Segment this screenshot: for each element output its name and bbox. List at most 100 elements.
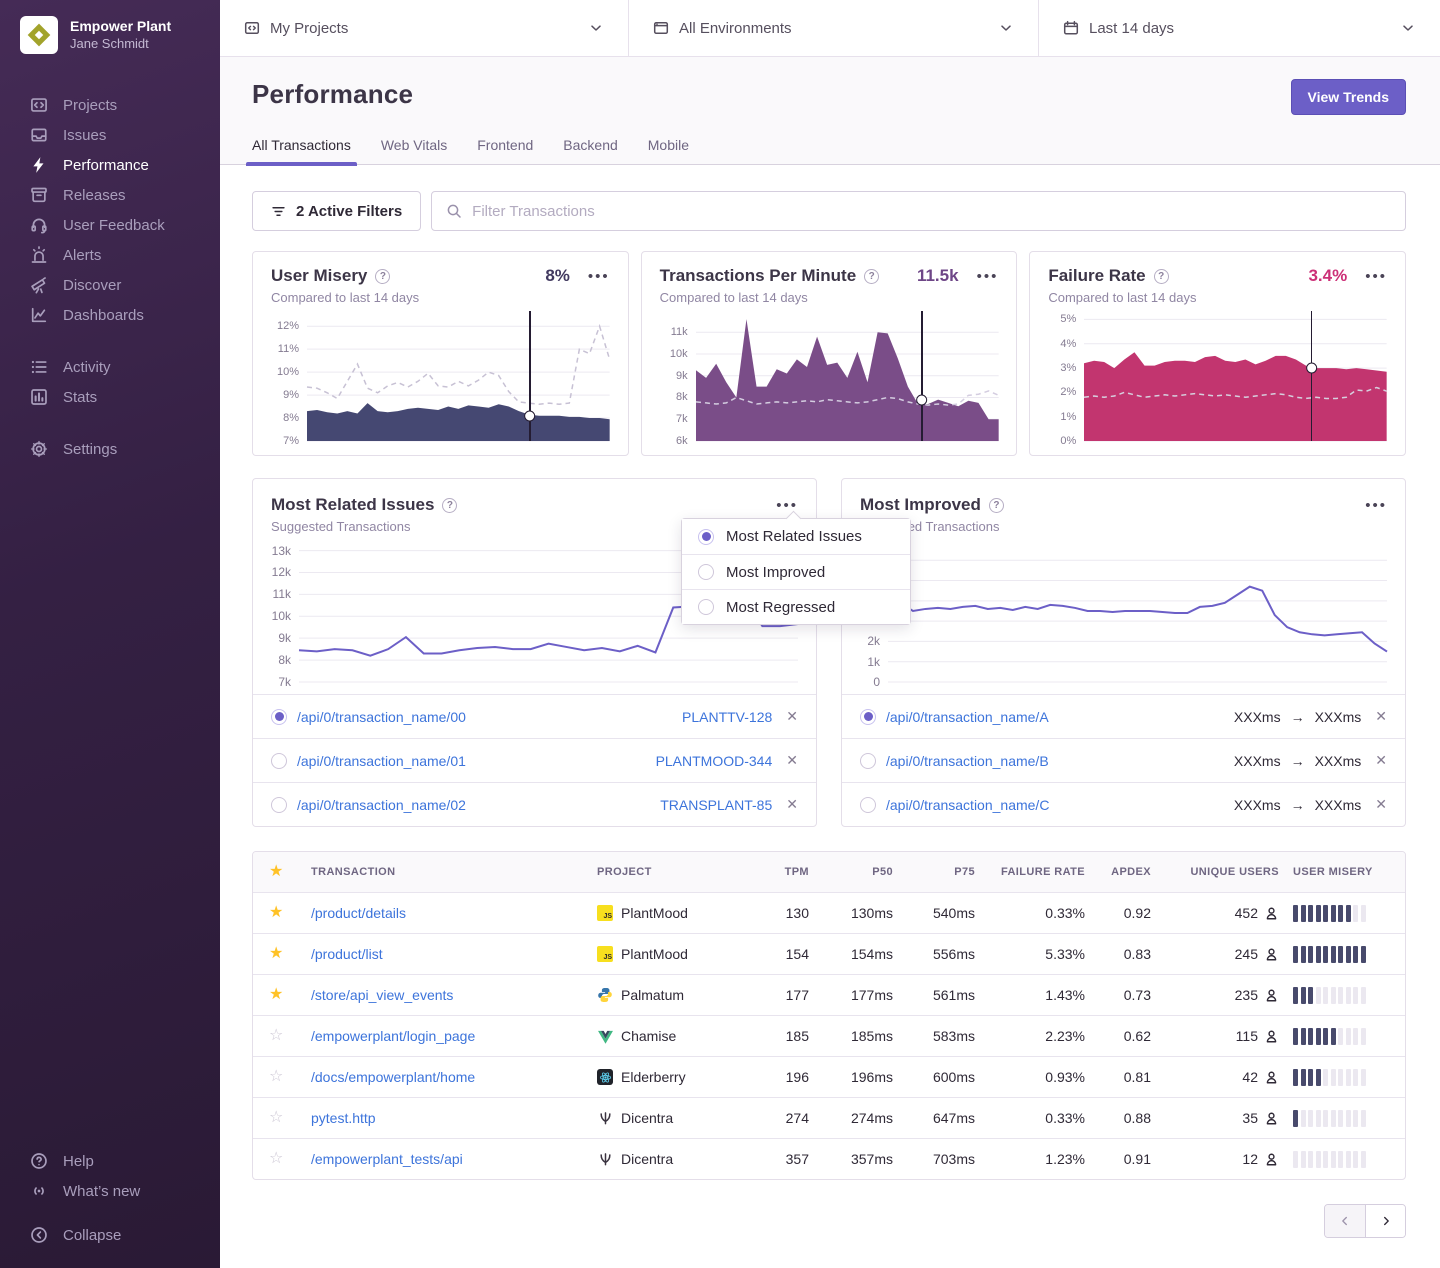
project-name: Chamise [621, 1028, 676, 1044]
radio-button[interactable] [271, 797, 287, 813]
sidebar-item-activity[interactable]: Activity [0, 352, 220, 382]
column-tpm[interactable]: TPM [747, 866, 809, 878]
close-icon[interactable]: ✕ [782, 708, 798, 725]
close-icon[interactable]: ✕ [1371, 796, 1387, 813]
project-selector[interactable]: My Projects [220, 0, 628, 56]
column-user-misery[interactable]: USER MISERY [1279, 866, 1391, 878]
column-failure-rate[interactable]: FAILURE RATE [975, 866, 1085, 878]
tab-backend[interactable]: Backend [563, 137, 617, 164]
issue-link[interactable]: PLANTMOOD-344 [656, 753, 773, 769]
sidebar-collapse-button[interactable]: Collapse [0, 1220, 220, 1250]
card-subtitle: Compared to last 14 days [271, 290, 610, 305]
column-unique-users[interactable]: UNIQUE USERS [1151, 866, 1279, 878]
menu-item-most-related-issues[interactable]: Most Related Issues [682, 519, 910, 554]
previous-page-button[interactable] [1325, 1205, 1365, 1237]
environment-selector[interactable]: All Environments [628, 0, 1038, 56]
tab-web-vitals[interactable]: Web Vitals [381, 137, 447, 164]
radio-button[interactable] [271, 709, 287, 725]
transaction-link[interactable]: /docs/empowerplant/home [311, 1069, 597, 1085]
sidebar-item-settings[interactable]: Settings [0, 434, 220, 464]
transaction-link[interactable]: /store/api_view_events [311, 987, 597, 1003]
transaction-link[interactable]: /empowerplant/login_page [311, 1028, 597, 1044]
search-input[interactable] [472, 203, 1391, 220]
panel-menu-button[interactable]: ••• [1355, 496, 1387, 515]
transaction-link[interactable]: /product/details [311, 905, 597, 921]
org-switcher[interactable]: Empower Plant Jane Schmidt [0, 16, 220, 54]
radio-button[interactable] [271, 753, 287, 769]
column-project[interactable]: PROJECT [597, 866, 747, 878]
card-menu-button[interactable]: ••• [967, 267, 999, 286]
sidebar-item-whats-new[interactable]: What’s new [0, 1176, 220, 1206]
active-filters-button[interactable]: 2 Active Filters [252, 191, 421, 231]
transaction-link[interactable]: /api/0/transaction_name/00 [297, 709, 466, 725]
close-icon[interactable]: ✕ [782, 796, 798, 813]
close-icon[interactable]: ✕ [1371, 708, 1387, 725]
help-icon[interactable]: ? [1154, 269, 1169, 284]
radio-button[interactable] [860, 753, 876, 769]
help-icon[interactable]: ? [989, 498, 1004, 513]
star-icon-empty[interactable]: ☆ [269, 1028, 311, 1044]
transaction-search[interactable] [431, 191, 1406, 231]
failure-rate-card: Failure Rate ? 3.4% ••• Compared to last… [1029, 251, 1406, 456]
sidebar-item-discover[interactable]: Discover [0, 270, 220, 300]
project-name: Dicentra [621, 1110, 673, 1126]
sidebar-item-issues[interactable]: Issues [0, 120, 220, 150]
close-icon[interactable]: ✕ [1371, 752, 1387, 769]
tpm-value: 274 [747, 1110, 809, 1126]
radio-button[interactable] [860, 797, 876, 813]
star-icon-filled[interactable]: ★ [269, 946, 311, 962]
sidebar-item-help[interactable]: Help [0, 1146, 220, 1176]
next-page-button[interactable] [1365, 1205, 1405, 1237]
table-row: ☆ /empowerplant_tests/api Dicentra 357 3… [253, 1138, 1405, 1179]
tab-mobile[interactable]: Mobile [648, 137, 689, 164]
transaction-link[interactable]: /api/0/transaction_name/C [886, 797, 1049, 813]
star-icon-empty[interactable]: ☆ [269, 1069, 311, 1085]
user-icon [1264, 988, 1279, 1003]
sidebar-item-alerts[interactable]: Alerts [0, 240, 220, 270]
column-transaction[interactable]: TRANSACTION [311, 866, 597, 878]
sidebar-item-dashboards[interactable]: Dashboards [0, 300, 220, 330]
transaction-link[interactable]: /product/list [311, 946, 597, 962]
view-trends-button[interactable]: View Trends [1291, 79, 1406, 115]
issue-link[interactable]: PLANTTV-128 [682, 709, 772, 725]
chart-plot [307, 317, 610, 441]
star-icon-empty[interactable]: ☆ [269, 1110, 311, 1126]
transaction-link[interactable]: /api/0/transaction_name/A [886, 709, 1049, 725]
card-value: 3.4% [1308, 266, 1347, 286]
star-icon-empty[interactable]: ☆ [269, 1151, 311, 1167]
transaction-link[interactable]: /api/0/transaction_name/02 [297, 797, 466, 813]
sidebar-item-projects[interactable]: Projects [0, 90, 220, 120]
sidebar-item-stats[interactable]: Stats [0, 382, 220, 412]
transaction-link[interactable]: /api/0/transaction_name/01 [297, 753, 466, 769]
column-p75[interactable]: P75 [893, 866, 975, 878]
transaction-link[interactable]: pytest.http [311, 1110, 597, 1126]
help-icon[interactable]: ? [375, 269, 390, 284]
menu-item-most-improved[interactable]: Most Improved [682, 554, 910, 589]
date-range-selector[interactable]: Last 14 days [1038, 0, 1440, 56]
menu-item-most-regressed[interactable]: Most Regressed [682, 589, 910, 624]
tab-frontend[interactable]: Frontend [477, 137, 533, 164]
alerts-icon [30, 246, 48, 264]
transaction-link[interactable]: /api/0/transaction_name/B [886, 753, 1049, 769]
column-apdex[interactable]: APDEX [1085, 866, 1151, 878]
help-icon[interactable]: ? [864, 269, 879, 284]
card-menu-button[interactable]: ••• [578, 267, 610, 286]
help-icon[interactable]: ? [442, 498, 457, 513]
star-icon-filled[interactable]: ★ [269, 987, 311, 1003]
calendar-icon [1063, 20, 1079, 36]
sidebar-item-user-feedback[interactable]: User Feedback [0, 210, 220, 240]
star-icon-filled[interactable]: ★ [269, 905, 311, 921]
card-menu-button[interactable]: ••• [1355, 267, 1387, 286]
close-icon[interactable]: ✕ [782, 752, 798, 769]
sidebar-item-releases[interactable]: Releases [0, 180, 220, 210]
column-p50[interactable]: P50 [809, 866, 893, 878]
window-icon [653, 20, 669, 36]
sidebar-item-performance[interactable]: Performance [0, 150, 220, 180]
unique-users-value: 452 [1235, 905, 1258, 921]
menu-item-label: Most Related Issues [726, 528, 862, 545]
issue-link[interactable]: TRANSPLANT-85 [660, 797, 772, 813]
radio-button[interactable] [860, 709, 876, 725]
failure-rate-value: 0.33% [975, 1110, 1085, 1126]
tab-all-transactions[interactable]: All Transactions [252, 137, 351, 164]
transaction-link[interactable]: /empowerplant_tests/api [311, 1151, 597, 1167]
